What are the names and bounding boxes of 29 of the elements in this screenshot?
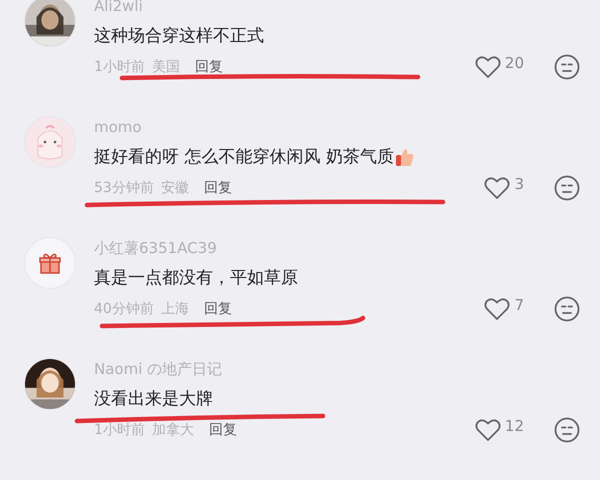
comment-text: 这种场合穿这样不正式 <box>94 25 264 48</box>
comment-text: 真是一点都没有，平如草原 <box>94 267 298 290</box>
heart-icon[interactable] <box>484 176 510 200</box>
comment-time: 40分钟前 <box>94 300 154 318</box>
reply-link[interactable]: 回复 <box>204 179 232 197</box>
comment-text: 没看出来是大牌 <box>94 388 213 411</box>
comment-location: 美国 <box>152 58 180 76</box>
comment-time: 1小时前 <box>94 421 145 439</box>
like-count: 7 <box>514 296 524 314</box>
reply-link[interactable]: 回复 <box>194 58 223 76</box>
neutral-face-icon[interactable] <box>554 54 580 80</box>
neutral-face-icon[interactable] <box>554 296 580 322</box>
reply-link[interactable]: 回复 <box>204 300 232 318</box>
comment-time: 53分钟前 <box>94 179 154 197</box>
comment-location: 上海 <box>160 300 189 318</box>
comment-location: 加拿大 <box>152 421 194 439</box>
heart-icon[interactable] <box>484 297 510 321</box>
gift-icon <box>39 252 61 274</box>
heart-icon[interactable] <box>474 418 501 442</box>
heart-icon[interactable] <box>474 55 501 79</box>
like-count: 12 <box>504 417 524 435</box>
comment-location: 安徽 <box>160 179 189 197</box>
comment-text: 挺好看的呀 怎么不能穿休闲风 奶茶气质 <box>94 146 394 169</box>
comment-time: 1小时前 <box>94 58 145 76</box>
like-count: 20 <box>504 54 524 72</box>
neutral-face-icon[interactable] <box>554 175 580 201</box>
neutral-face-icon[interactable] <box>554 417 580 443</box>
like-count: 3 <box>514 175 524 193</box>
reply-link[interactable]: 回复 <box>208 421 237 439</box>
